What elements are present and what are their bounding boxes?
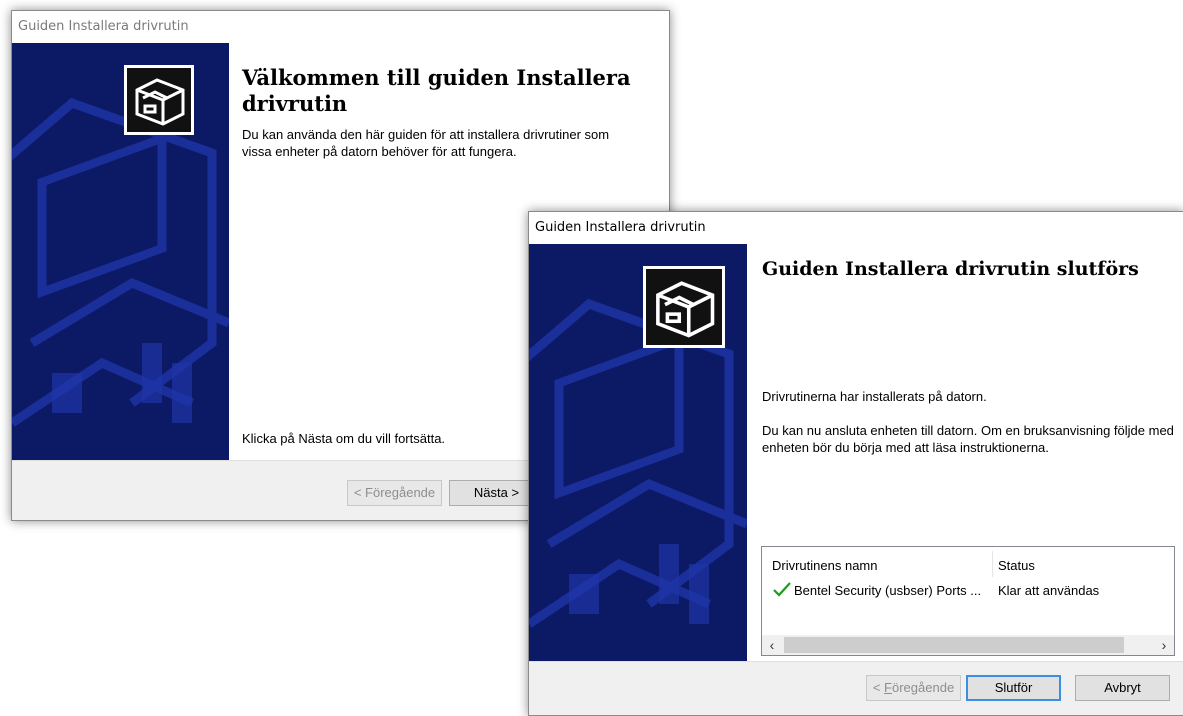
finish-heading: Guiden Installera drivrutin slutförs	[762, 258, 1139, 280]
column-header-name[interactable]: Drivrutinens namn	[772, 558, 878, 573]
window-title: Guiden Installera drivrutin	[529, 212, 1183, 244]
back-button[interactable]: < Föregående	[866, 675, 961, 701]
banner-background-graphic	[12, 97, 229, 427]
table-row[interactable]: Bentel Security (usbser) Ports ... Klar …	[762, 581, 1174, 604]
cancel-button[interactable]: Avbryt	[1075, 675, 1170, 701]
column-divider	[992, 551, 993, 577]
scroll-left-arrow-icon[interactable]: ‹	[762, 635, 782, 655]
finish-wizard-window: Guiden Installera drivrutin Guiden Insta…	[528, 211, 1183, 716]
column-header-status[interactable]: Status	[998, 558, 1035, 573]
welcome-heading: Välkommen till guiden Installera drivrut…	[242, 65, 631, 116]
back-button-rest: öregående	[892, 680, 955, 695]
back-button-prefix: <	[872, 680, 885, 695]
driver-status: Klar att användas	[998, 583, 1100, 598]
welcome-description: Du kan använda den här guiden för att in…	[242, 127, 610, 159]
hardware-icon	[643, 266, 725, 348]
back-button-accelerator: F	[884, 680, 892, 695]
driver-list[interactable]: Drivrutinens namn Status Bentel Security…	[761, 546, 1175, 656]
back-button[interactable]: < Föregående	[347, 480, 442, 506]
hardware-icon	[124, 65, 194, 135]
horizontal-scrollbar[interactable]: ‹ ›	[762, 635, 1174, 655]
scrollbar-thumb[interactable]	[784, 637, 1124, 653]
window-title: Guiden Installera drivrutin	[12, 11, 669, 43]
green-checkmark-icon	[772, 581, 792, 604]
wizard-banner	[12, 43, 229, 460]
finish-button[interactable]: Slutför	[966, 675, 1061, 701]
next-instruction: Klicka på Nästa om du vill fortsätta.	[242, 431, 446, 446]
connect-info: Du kan nu ansluta enheten till datorn. O…	[762, 423, 1174, 455]
wizard-footer: < Föregående Slutför Avbryt	[529, 661, 1183, 715]
installed-message: Drivrutinerna har installerats på datorn…	[762, 389, 987, 404]
wizard-banner	[529, 244, 747, 661]
scroll-right-arrow-icon[interactable]: ›	[1154, 635, 1174, 655]
driver-name: Bentel Security (usbser) Ports ...	[794, 583, 982, 598]
